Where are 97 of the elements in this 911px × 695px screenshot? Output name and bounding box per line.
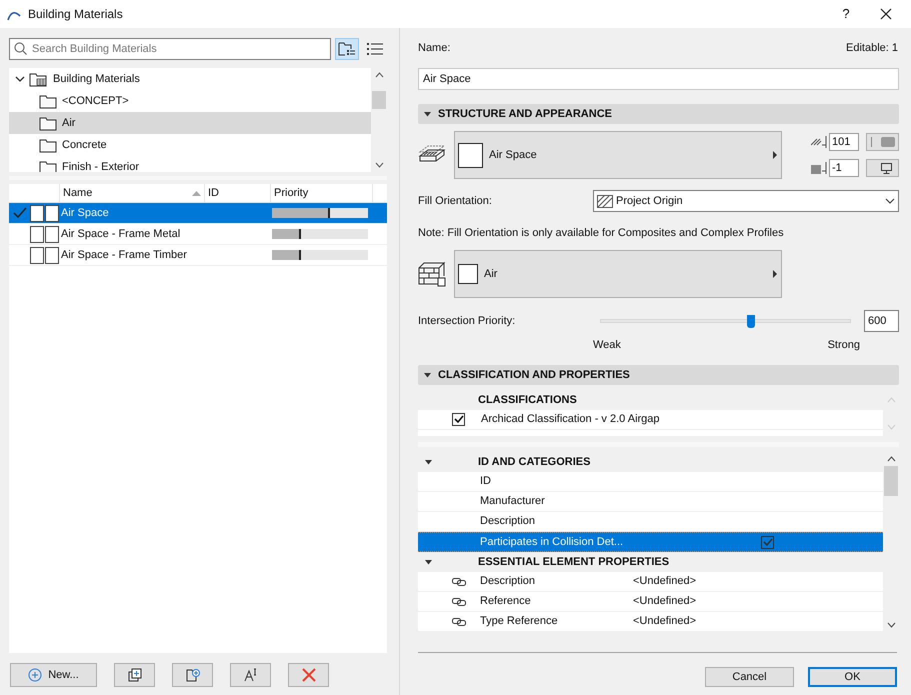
table-row[interactable]: Air Space - Frame Timber [9, 245, 387, 266]
table-cell-text: Air Space - Frame Timber [60, 248, 188, 263]
pen-icon [811, 136, 827, 148]
library-folder-icon [29, 71, 49, 87]
priority-field[interactable]: 600 [864, 310, 899, 332]
pattern-icon [871, 137, 895, 147]
brick-wall-icon [418, 260, 446, 288]
delete-icon [302, 668, 316, 682]
triangle-right-icon [773, 151, 778, 159]
duplicate-icon [128, 668, 142, 682]
group-header[interactable]: ESSENTIAL ELEMENT PROPERTIES [418, 552, 883, 572]
note-text: Note: Fill Orientation is only available for Composites and Complex Profiles [418, 226, 785, 239]
chain-link-icon [452, 578, 466, 586]
scroll-down-icon[interactable] [886, 622, 896, 628]
ok-button[interactable]: OK [808, 667, 897, 687]
property-row[interactable]: Reference <Undefined> [418, 592, 883, 612]
table-row[interactable]: Air Space - Frame Metal [9, 224, 387, 245]
close-icon[interactable] [880, 8, 892, 20]
tree-item[interactable]: Building Materials [53, 70, 140, 88]
section-header[interactable]: CLASSIFICATION AND PROPERTIES [418, 365, 899, 385]
tree-item[interactable]: Finish - Exterior [9, 156, 371, 172]
name-label: Name: [418, 40, 450, 56]
table-cell-text: Air Space - Frame Metal [60, 226, 182, 242]
tree-item[interactable]: Concrete [9, 134, 371, 156]
scroll-down-icon[interactable] [374, 162, 384, 168]
new-button[interactable]: New... [10, 663, 97, 687]
cancel-button[interactable]: Cancel [705, 667, 794, 687]
triangle-down-icon [424, 112, 431, 116]
field-label: Intersection Priority: [418, 314, 516, 329]
column-header[interactable]: Name [60, 184, 205, 202]
slider-label: Strong [828, 338, 860, 351]
display-button[interactable] [866, 159, 899, 177]
surface-picker[interactable]: Air Space [454, 131, 782, 179]
chain-link-icon [452, 618, 466, 626]
tree-item[interactable]: Air [9, 112, 371, 134]
triangle-down-icon [425, 460, 432, 464]
monitor-icon [881, 162, 892, 174]
priority-slider[interactable] [600, 314, 851, 328]
swatch [30, 246, 44, 264]
duplicate-button[interactable] [114, 663, 155, 687]
editable-count: Editable: 1 [846, 40, 898, 56]
table-cell-text: Air Space [60, 206, 110, 221]
group-header[interactable]: ID AND CATEGORIES [418, 452, 883, 472]
slider-label: Weak [593, 338, 621, 351]
delete-button[interactable] [288, 663, 329, 687]
help-button[interactable]: ? [836, 4, 856, 24]
swatch [45, 246, 59, 264]
window-title: Building Materials [28, 6, 123, 23]
rename-icon [244, 668, 258, 682]
pen-icon [811, 162, 827, 174]
folder-icon [39, 137, 57, 153]
name-field[interactable]: Air Space [418, 68, 899, 90]
swatch [45, 204, 59, 222]
swatch [30, 226, 44, 242]
material-picker[interactable]: Air [454, 250, 782, 298]
property-row[interactable]: Manufacturer [418, 492, 883, 512]
hatch-icon [597, 194, 613, 208]
property-row[interactable]: Description <Undefined> [418, 572, 883, 592]
column-header[interactable]: ID [205, 184, 271, 202]
folder-icon [39, 93, 57, 109]
list-header: CLASSIFICATIONS [418, 391, 883, 410]
new-folder-button[interactable] [172, 663, 213, 687]
checkbox[interactable] [452, 413, 465, 426]
scroll-thumb[interactable] [884, 466, 898, 496]
triangle-down-icon [425, 560, 432, 564]
tree-view-button[interactable] [335, 38, 359, 60]
pen-field[interactable]: -1 [829, 159, 859, 177]
table-row[interactable]: Air Space [9, 203, 387, 224]
search-field[interactable]: Search Building Materials [9, 38, 331, 60]
folder-icon [39, 115, 57, 131]
swatch [30, 204, 44, 222]
search-icon [14, 42, 27, 55]
checkbox[interactable] [761, 536, 774, 548]
swatch [45, 226, 59, 242]
chevron-down-icon [885, 198, 895, 204]
tree-item[interactable]: <CONCEPT> [9, 90, 371, 112]
triangle-right-icon [773, 270, 778, 278]
triangle-down-icon [424, 372, 431, 378]
fill-orientation-dropdown[interactable]: Project Origin [593, 190, 899, 212]
property-row[interactable]: Type Reference <Undefined> [418, 612, 883, 632]
rename-button[interactable] [230, 663, 271, 687]
chain-link-icon [452, 598, 466, 606]
field-label: Fill Orientation: [418, 194, 493, 209]
plus-circle-icon [28, 668, 42, 682]
scroll-thumb[interactable] [372, 91, 386, 109]
scroll-up-icon[interactable] [886, 456, 896, 462]
folder-list-icon [338, 41, 356, 57]
property-row[interactable]: Participates in Collision Det... [418, 532, 883, 552]
property-row[interactable]: ID [418, 472, 883, 492]
column-header[interactable]: Priority [271, 184, 373, 202]
list-icon [366, 42, 384, 56]
chevron-down-icon[interactable] [15, 74, 25, 84]
pen-field[interactable]: 101 [829, 133, 859, 151]
section-header[interactable]: STRUCTURE AND APPEARANCE [418, 104, 899, 124]
new-folder-icon [186, 668, 200, 682]
classification-name: Archicad Classification - v 2.0 Airgap [481, 412, 660, 428]
scroll-up-icon[interactable] [374, 72, 384, 78]
